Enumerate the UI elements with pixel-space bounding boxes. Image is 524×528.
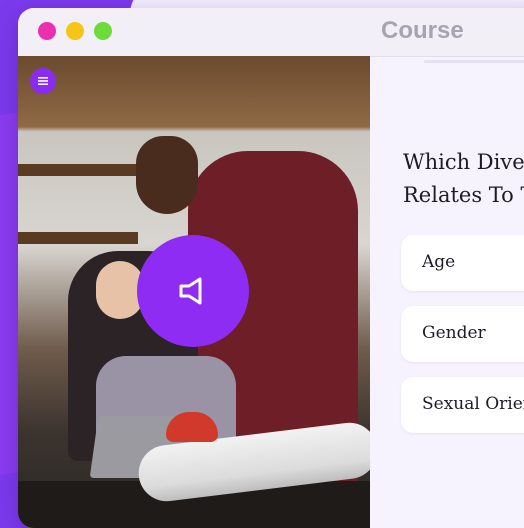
course-window: Course Which Dive Relates To T Age Gende… (18, 8, 524, 528)
speaker-icon (179, 277, 202, 305)
menu-icon (38, 77, 48, 85)
answer-option-label: Sexual Orien (422, 394, 524, 414)
minimize-window-button[interactable] (66, 22, 84, 40)
question-line-1: Which Dive (403, 150, 524, 174)
menu-button[interactable] (30, 68, 56, 94)
shelf (18, 232, 138, 244)
title-bar: Course (18, 8, 524, 57)
question-text: Which Dive Relates To T (403, 146, 524, 212)
progress-segment-4 (424, 60, 524, 63)
photo-person-man-head (136, 136, 198, 214)
answer-option-label: Age (422, 252, 456, 272)
answer-option-age[interactable]: Age (401, 235, 524, 291)
answer-option-sexual-orientation[interactable]: Sexual Orien (401, 377, 524, 433)
answer-option-label: Gender (422, 323, 486, 343)
course-photo (18, 56, 370, 528)
audio-button[interactable] (137, 235, 249, 347)
close-window-button[interactable] (38, 22, 56, 40)
window-title: Course (381, 17, 464, 44)
answer-option-gender[interactable]: Gender (401, 306, 524, 362)
question-line-2: Relates To T (403, 183, 524, 207)
maximize-window-button[interactable] (94, 22, 112, 40)
